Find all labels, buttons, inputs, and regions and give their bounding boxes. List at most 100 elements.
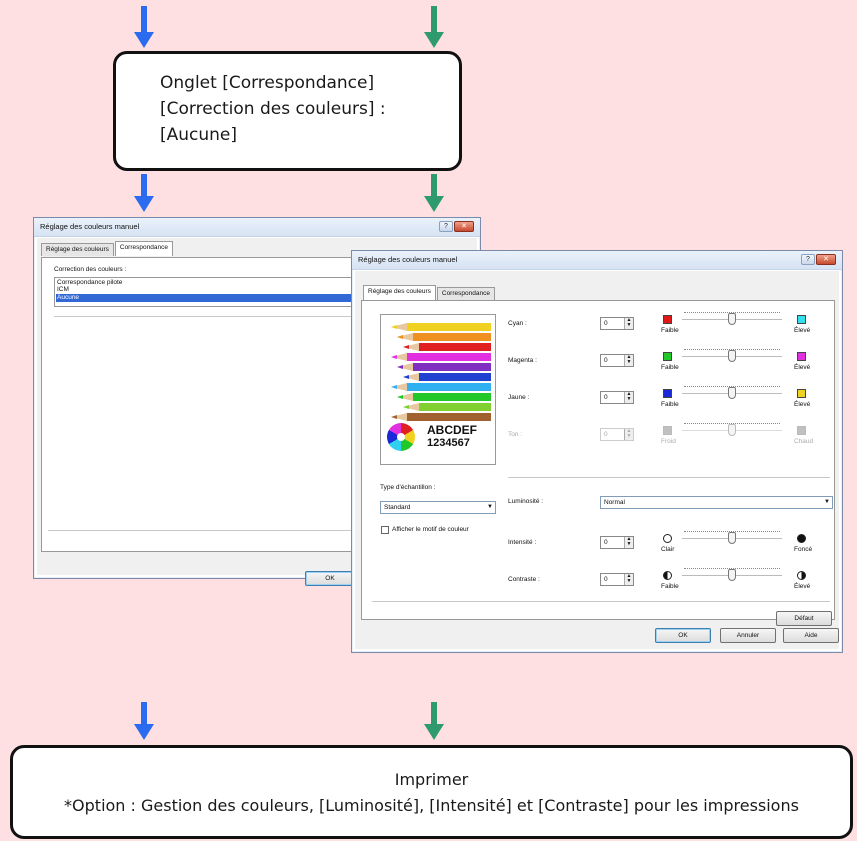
dialog-front: Réglage des couleurs manuel ? ✕ Réglage … (351, 250, 843, 653)
pencil-shape (403, 375, 409, 379)
tab-matching[interactable]: Correspondance (436, 287, 495, 300)
sample-type-label: Type d'échantillon : (380, 484, 436, 491)
flow-step-correction: Onglet [Correspondance] [Correction des … (113, 51, 462, 171)
arrow-down-icon (424, 6, 444, 48)
pencil-shape (407, 383, 491, 391)
low-color-swatch (663, 426, 672, 435)
color-slider[interactable] (682, 348, 782, 362)
high-color-swatch (797, 352, 806, 361)
contrast-slider[interactable] (682, 567, 782, 581)
preview-text-digits: 1234567 (427, 437, 470, 449)
high-color-swatch (797, 389, 806, 398)
pencil-shape (397, 335, 403, 339)
color-correction-label: Correction des couleurs : (54, 266, 127, 273)
flow-step-line: [Correction des couleurs] : (160, 99, 386, 119)
intensity-low-label: Clair (661, 546, 675, 553)
preview-text-letters: ABCDEF (427, 423, 477, 437)
low-color-swatch (663, 389, 672, 398)
pencil-shape (403, 405, 409, 409)
contrast-low-label: Faible (661, 583, 679, 590)
option-driver-matching[interactable]: Correspondance pilote (57, 279, 122, 286)
pencil-shape (391, 325, 397, 329)
slider-low-label: Faible (661, 364, 679, 371)
ok-button[interactable]: OK (655, 628, 711, 643)
pencil-shape (413, 363, 491, 371)
slider-spinner[interactable]: 0 ▲ ▼ (600, 317, 634, 330)
color-preview-image: ABCDEF 1234567 (380, 314, 496, 465)
intensity-slider[interactable] (682, 530, 782, 544)
dark-circle-icon (797, 534, 806, 543)
high-color-swatch (797, 315, 806, 324)
low-color-swatch (663, 352, 672, 361)
slider-low-label: Froid (661, 438, 676, 445)
contrast-high-label: Élevé (794, 583, 811, 590)
help-icon[interactable]: ? (801, 254, 815, 265)
pencil-shape (391, 385, 397, 389)
flow-step-title: Imprimer (394, 770, 469, 789)
dialog-title: Réglage des couleurs manuel (34, 218, 480, 237)
arrow-down-icon (134, 702, 154, 740)
light-circle-icon (663, 534, 672, 543)
intensity-spinner[interactable]: 0 ▲ ▼ (600, 536, 634, 549)
slider-label: Magenta : (508, 357, 537, 364)
flow-step-line: Onglet [Correspondance] (160, 73, 375, 93)
high-color-swatch (797, 426, 806, 435)
slider-label: Ton : (508, 431, 523, 438)
flow-step-note: *Option : Gestion des couleurs, [Luminos… (64, 796, 799, 815)
slider-spinner[interactable]: 0 ▲ ▼ (600, 428, 634, 441)
arrow-down-icon (424, 174, 444, 212)
color-slider[interactable] (682, 422, 782, 436)
slider-high-label: Élevé (794, 401, 811, 408)
pencil-shape (391, 415, 397, 419)
pencil-shape (397, 395, 403, 399)
slider-low-label: Faible (661, 327, 679, 334)
slider-high-label: Élevé (794, 364, 811, 371)
close-icon[interactable]: ✕ (454, 221, 474, 232)
dialog-title: Réglage des couleurs manuel (352, 251, 842, 270)
pencil-shape (419, 373, 491, 381)
sample-type-value: Standard (384, 504, 411, 511)
close-icon[interactable]: ✕ (816, 254, 836, 265)
arrow-down-icon (134, 6, 154, 48)
tab-matching[interactable]: Correspondance (114, 241, 173, 256)
slider-spinner[interactable]: 0 ▲ ▼ (600, 391, 634, 404)
contrast-spinner[interactable]: 0 ▲ ▼ (600, 573, 634, 586)
cancel-button[interactable]: Annuler (720, 628, 776, 643)
pencil-shape (413, 333, 491, 341)
brightness-select[interactable]: Normal ▼ (600, 496, 833, 509)
option-icm[interactable]: ICM (57, 286, 69, 293)
chevron-down-icon: ▼ (824, 499, 830, 505)
pencil-shape (407, 323, 491, 331)
slider-high-label: Élevé (794, 327, 811, 334)
color-slider[interactable] (682, 385, 782, 399)
chevron-down-icon: ▼ (487, 504, 493, 510)
contrast-low-icon (663, 571, 672, 580)
slider-spinner[interactable]: 0 ▲ ▼ (600, 354, 634, 367)
option-none[interactable]: Aucune (57, 294, 79, 301)
slider-label: Jaune : (508, 394, 530, 401)
pencil-shape (397, 365, 403, 369)
show-pattern-label: Afficher le motif de couleur (392, 526, 469, 533)
tab-color-adjustment[interactable]: Réglage des couleurs (363, 285, 436, 300)
slider-high-label: Chaud (794, 438, 814, 445)
pencil-shape (407, 413, 491, 421)
brightness-label: Luminosité : (508, 498, 544, 505)
low-color-swatch (663, 315, 672, 324)
show-pattern-checkbox[interactable] (381, 526, 389, 534)
help-icon[interactable]: ? (439, 221, 453, 232)
help-button[interactable]: Aide (783, 628, 839, 643)
intensity-label: Intensité : (508, 539, 537, 546)
tab-color-adjustment[interactable]: Réglage des couleurs (41, 243, 114, 256)
contrast-label: Contraste : (508, 576, 540, 583)
ok-button[interactable]: OK (305, 571, 355, 586)
sample-type-select[interactable]: Standard ▼ (380, 501, 496, 514)
flow-step-print: Imprimer *Option : Gestion des couleurs,… (10, 745, 853, 839)
pencil-shape (407, 353, 491, 361)
arrow-down-icon (424, 702, 444, 740)
pencil-shape (391, 355, 397, 359)
slider-low-label: Faible (661, 401, 679, 408)
contrast-high-icon (797, 571, 806, 580)
pencil-shape (413, 393, 491, 401)
default-button[interactable]: Défaut (776, 611, 832, 626)
color-slider[interactable] (682, 311, 782, 325)
